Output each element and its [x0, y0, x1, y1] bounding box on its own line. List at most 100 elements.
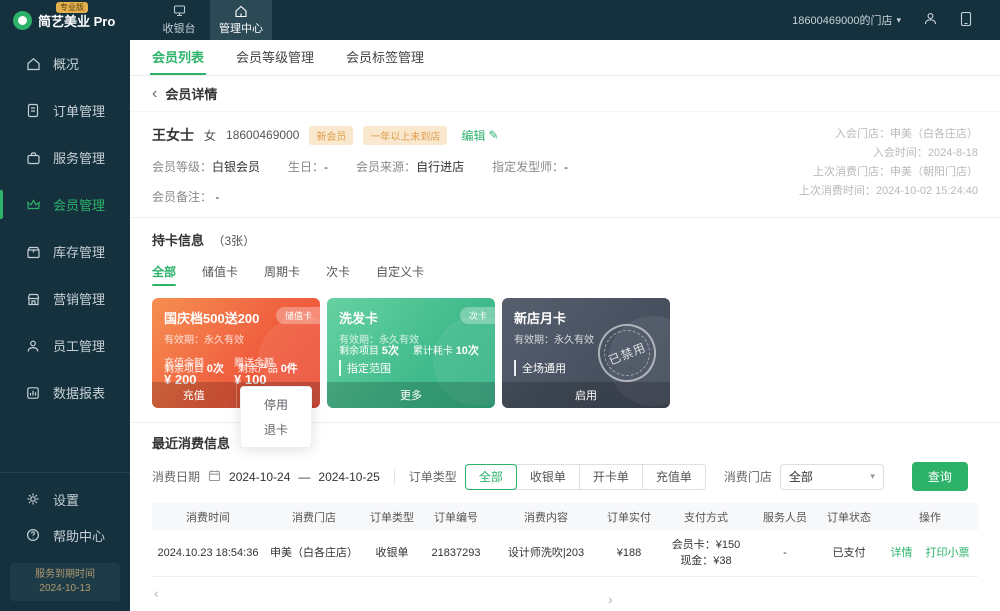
- last-consume-store: 上次消费门店：申美（朝阳门店）: [799, 163, 978, 182]
- date-to[interactable]: 2024-10-25: [318, 470, 379, 484]
- member-name: 王女士: [152, 125, 194, 145]
- mobile-app-icon[interactable]: [960, 11, 972, 30]
- briefcase-icon: [25, 150, 41, 166]
- sidebar-item-services[interactable]: 服务管理: [0, 134, 130, 181]
- date-filter-label: 消费日期: [152, 468, 200, 485]
- member-badge-inactive: 一年以上未到店: [363, 126, 447, 145]
- sidebar-item-reports[interactable]: 数据报表: [0, 369, 130, 416]
- search-button[interactable]: 查询: [912, 462, 968, 491]
- cell-status: 已支付: [816, 530, 882, 576]
- topbar: 简艺美业 Pro 专业版 收银台 管理中心 18600469000的门店 ▾: [0, 0, 1000, 40]
- member-module-tabs: 会员列表 会员等级管理 会员标签管理: [130, 40, 1000, 76]
- cell-staff: -: [754, 530, 816, 576]
- sidebar-item-inventory[interactable]: 库存管理: [0, 228, 130, 275]
- nav-admin-center[interactable]: 管理中心: [210, 0, 272, 40]
- tab-member-list[interactable]: 会员列表: [152, 47, 204, 75]
- consumption-filters: 消费日期 2024-10-24 — 2024-10-25 订单类型 全部 收银单…: [152, 462, 978, 491]
- app-window: 简艺美业 Pro 专业版 收银台 管理中心 18600469000的门店 ▾: [0, 0, 1000, 611]
- store-selector[interactable]: 18600469000的门店 ▾: [792, 12, 901, 28]
- sidebar-item-settings[interactable]: 设置: [0, 481, 130, 517]
- member-source: 自行进店: [416, 160, 464, 174]
- order-type-cashier[interactable]: 收银单: [516, 465, 579, 489]
- table-row: 2024.10.23 18:54:36 申美（白各庄店） 收银单 2183729…: [152, 530, 978, 576]
- field-label: 指定发型师：: [492, 160, 564, 174]
- cards-section-title: 持卡信息 （3张）: [152, 230, 978, 250]
- card-type-badge: 储值卡: [276, 307, 320, 324]
- sidebar: 概况 订单管理 服务管理 会员管理 库存管理 营销管理 员工管理 数据报表: [0, 40, 130, 611]
- sidebar-item-orders[interactable]: 订单管理: [0, 87, 130, 134]
- tab-member-levels[interactable]: 会员等级管理: [236, 47, 314, 75]
- account-icon[interactable]: [923, 11, 938, 29]
- recharge-button[interactable]: 充值: [152, 382, 236, 408]
- order-type-all[interactable]: 全部: [465, 464, 517, 490]
- cell-store: 申美（白各庄店）: [264, 530, 364, 576]
- back-icon[interactable]: ‹: [152, 86, 157, 102]
- member-store-info: 入会门店：申美（白各庄店） 入会时间：2024-8-18 上次消费门店：申美（朝…: [799, 125, 978, 201]
- detail-link[interactable]: 详情: [890, 547, 912, 559]
- card-tab-custom[interactable]: 自定义卡: [376, 263, 424, 286]
- date-from[interactable]: 2024-10-24: [229, 470, 290, 484]
- nav-cashier[interactable]: 收银台: [148, 0, 210, 40]
- sidebar-item-marketing[interactable]: 营销管理: [0, 275, 130, 322]
- card-remaining: 剩余项目 0次 剩余产品 0件: [164, 360, 310, 376]
- breadcrumb: ‹ 会员详情: [130, 76, 1000, 112]
- field-label: 生日：: [288, 160, 324, 174]
- main-content: 会员列表 会员等级管理 会员标签管理 ‹ 会员详情 王女士 女 18600469…: [130, 40, 1000, 611]
- cell-payment: 会员卡：¥150 现金：¥38: [658, 530, 754, 576]
- home-icon: [234, 5, 248, 18]
- cash-register-icon: [172, 5, 187, 18]
- order-type-open-card[interactable]: 开卡单: [579, 465, 642, 489]
- member-stylist: -: [564, 160, 568, 174]
- field-label: 会员来源：: [356, 160, 416, 174]
- enable-button[interactable]: 启用: [502, 382, 670, 408]
- person-icon: [25, 338, 41, 354]
- topbar-right: 18600469000的门店 ▾: [792, 0, 1000, 40]
- page-title: 会员详情: [165, 84, 217, 103]
- more-button[interactable]: 更多: [327, 382, 495, 408]
- menu-item-refund-card[interactable]: 退卡: [241, 417, 311, 442]
- order-type-recharge[interactable]: 充值单: [642, 465, 705, 489]
- sidebar-item-overview[interactable]: 概况: [0, 40, 130, 87]
- card-tab-period[interactable]: 周期卡: [264, 263, 300, 286]
- home-icon: [25, 56, 41, 72]
- sidebar-item-staff[interactable]: 员工管理: [0, 322, 130, 369]
- chevron-down-icon: ▾: [896, 15, 901, 26]
- pencil-icon: ✎: [488, 128, 498, 142]
- edit-member-button[interactable]: 编辑 ✎: [461, 127, 498, 144]
- card-type-tabs: 全部 储值卡 周期卡 次卡 自定义卡: [152, 263, 978, 286]
- store-filter-select[interactable]: 全部 ▾: [780, 464, 884, 490]
- storefront-icon: [25, 291, 41, 307]
- divider: [394, 469, 395, 485]
- scroll-left-icon[interactable]: ‹: [154, 585, 159, 611]
- service-expiry-date: 2024-10-13: [10, 582, 120, 596]
- cell-actions: 详情 打印小票: [882, 530, 978, 576]
- scroll-right-icon[interactable]: ›: [608, 591, 613, 611]
- card-times: 次卡 洗发卡 有效期：永久有效 剩余项目 5次 累计耗卡 10次 指定范围 更多: [327, 298, 495, 408]
- store-filter-label: 消费门店: [724, 468, 772, 485]
- date-range-picker[interactable]: 2024-10-24 — 2024-10-25: [208, 469, 380, 485]
- sidebar-item-help[interactable]: 帮助中心: [0, 517, 130, 553]
- card-validity: 有效期：永久有效: [164, 331, 308, 346]
- card-tab-times[interactable]: 次卡: [326, 263, 350, 286]
- cell-paid: ¥188: [600, 530, 658, 576]
- member-info-section: 王女士 女 18600469000 新会员 一年以上未到店 编辑 ✎ 会员等级：…: [130, 112, 1000, 218]
- box-icon: [25, 244, 41, 260]
- menu-item-disable[interactable]: 停用: [241, 392, 311, 417]
- divider: [0, 472, 130, 473]
- chevron-down-icon: ▾: [870, 471, 875, 482]
- question-icon: [25, 527, 41, 543]
- service-expiry-label: 服务到期时间: [10, 568, 120, 582]
- cell-order-no: 21837293: [420, 530, 492, 576]
- tab-member-labels[interactable]: 会员标签管理: [346, 47, 424, 75]
- card-scope: 全场通用: [514, 360, 566, 376]
- print-receipt-link[interactable]: 打印小票: [926, 547, 970, 559]
- calendar-icon: [208, 469, 221, 485]
- card-tab-stored-value[interactable]: 储值卡: [202, 263, 238, 286]
- card-tab-all[interactable]: 全部: [152, 263, 176, 286]
- service-expiry-box: 服务到期时间 2024-10-13: [10, 563, 120, 601]
- cell-type: 收银单: [364, 530, 420, 576]
- topbar-nav: 收银台 管理中心: [148, 0, 272, 40]
- card-monthly: 新店月卡 有效期：永久有效 已禁用 全场通用 启用: [502, 298, 670, 408]
- join-time: 入会时间：2024-8-18: [799, 144, 978, 163]
- sidebar-item-members[interactable]: 会员管理: [0, 181, 130, 228]
